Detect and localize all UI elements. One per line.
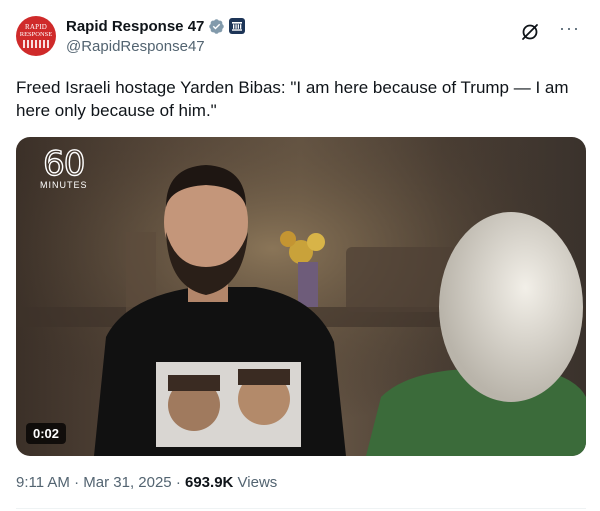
- meta-separator: ·: [74, 474, 80, 491]
- 60-minutes-logo: 60 MINUTES: [40, 144, 88, 190]
- avatar-text-top: RAPID: [24, 23, 47, 31]
- verified-badge-icon: [209, 18, 225, 34]
- avatar-text-bottom: RESPONSE: [19, 31, 53, 38]
- tweet-meta: 9:11 AM · Mar 31, 2025 · 693.9K Views: [16, 474, 277, 491]
- views-label: Views: [237, 474, 278, 491]
- grok-icon[interactable]: [520, 22, 540, 42]
- meta-separator: ·: [175, 474, 181, 491]
- logo-text: MINUTES: [40, 180, 88, 190]
- video-frame-illustration: [16, 137, 586, 456]
- avatar-building-graphic: [23, 40, 49, 48]
- avatar[interactable]: RAPID RESPONSE: [16, 16, 56, 56]
- views-count[interactable]: 693.9K: [185, 474, 233, 491]
- divider: [16, 508, 586, 509]
- video-duration: 0:02: [26, 423, 67, 444]
- handle[interactable]: @RapidResponse47: [66, 38, 245, 55]
- tweet-text: Freed Israeli hostage Yarden Bibas: "I a…: [16, 78, 569, 120]
- tweet-header: RAPID RESPONSE Rapid Response 47 @RapidR…: [16, 12, 584, 60]
- government-badge-icon: [229, 18, 246, 34]
- display-name[interactable]: Rapid Response 47: [66, 18, 204, 35]
- more-icon[interactable]: ···: [559, 18, 580, 38]
- author-names: Rapid Response 47 @RapidResponse47: [66, 16, 246, 55]
- video-player[interactable]: 60 MINUTES 0:02: [16, 137, 586, 456]
- logo-number: 60: [42, 144, 86, 184]
- tweet-time[interactable]: 9:11 AM: [16, 474, 70, 491]
- tweet-date[interactable]: Mar 31, 2025: [83, 474, 171, 491]
